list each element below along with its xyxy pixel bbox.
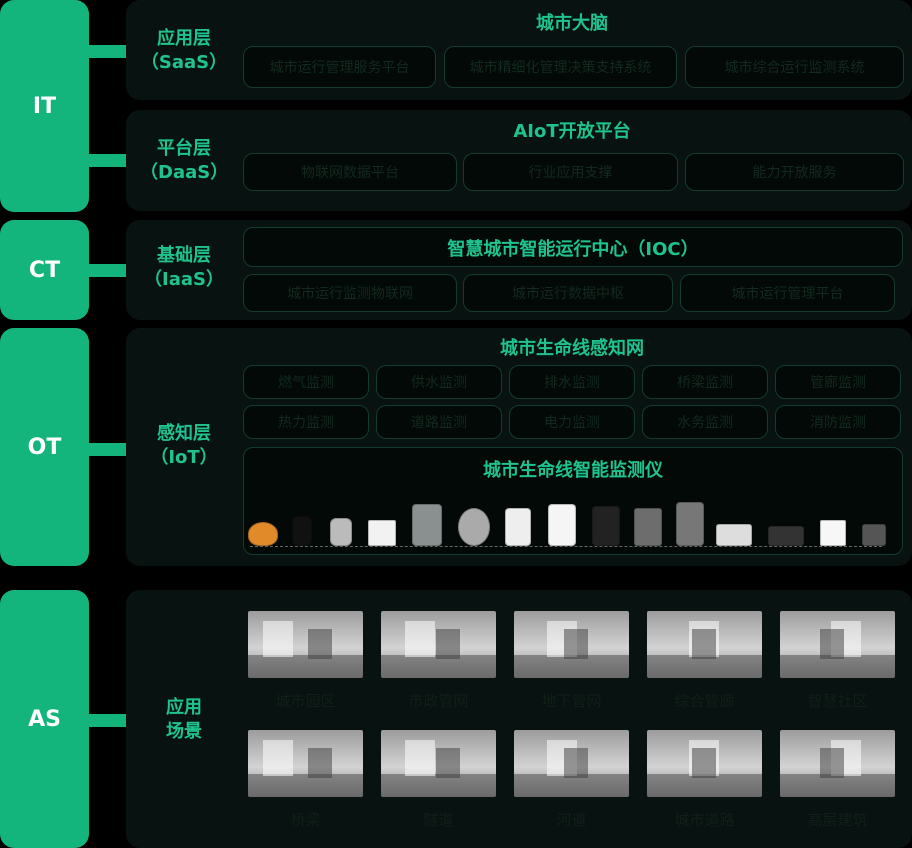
connector-saas (88, 45, 128, 58)
white-square-sensor-icon (368, 520, 396, 546)
scene-caption: 综合管廊 (674, 692, 735, 710)
iot-monitor-item: 电力监测 (509, 405, 635, 439)
scene-image (514, 730, 629, 797)
saas-item: 城市精细化管理决策支持系统 (444, 46, 677, 88)
scene-image (248, 730, 363, 797)
ct-label: CT (28, 257, 61, 283)
black-cylinder-sensor-icon (292, 516, 312, 546)
saas-item: 城市综合运行监测系统 (685, 46, 904, 88)
iot-title: 城市生命线感知网 (500, 338, 644, 359)
gray-box-sensor-icon (412, 504, 442, 546)
iot-monitor-item: 热力监测 (243, 405, 369, 439)
ot-block: OT (0, 328, 89, 566)
scene-caption: 河道 (556, 811, 587, 829)
metal-cylinder-sensor-icon (330, 518, 352, 546)
orange-dome-sensor-icon (248, 522, 278, 546)
scene-caption: 地下管网 (541, 692, 602, 710)
connector-iot (88, 443, 128, 456)
saas-item: 城市运行管理服务平台 (243, 46, 436, 88)
scenes-label: 应用 场景 (166, 697, 202, 742)
daas-label: 平台层 （DaaS） (140, 138, 229, 183)
connector-iaas (88, 264, 128, 277)
iot-sub-title: 城市生命线智能监测仪 (483, 460, 663, 481)
router-device-icon (716, 524, 752, 546)
iaas-item: 城市运行管理平台 (680, 274, 895, 312)
iaas-title: 智慧城市智能运行中心（IOC） (447, 239, 699, 260)
as-label: AS (28, 706, 61, 732)
scene-image (381, 611, 496, 678)
daas-item: 能力开放服务 (685, 153, 904, 191)
white-wall-sensor-icon (820, 520, 846, 546)
as-block: AS (0, 590, 89, 848)
scene-caption: 市政管网 (408, 692, 469, 710)
iot-monitor-item: 燃气监测 (243, 365, 369, 399)
connector-scenes (88, 714, 128, 727)
iaas-item: 城市运行监测物联网 (243, 274, 457, 312)
scene-caption: 高层建筑 (807, 811, 868, 829)
iaas-label: 基础层 （IaaS） (144, 245, 224, 290)
iot-monitor-item: 桥梁监测 (642, 365, 768, 399)
white-box-sensor-icon (505, 508, 531, 546)
ot-label: OT (27, 434, 62, 460)
iot-monitor-item: 水务监测 (642, 405, 768, 439)
scene-caption: 城市道路 (674, 811, 735, 829)
gateway-device-icon (768, 526, 804, 546)
it-block: IT (0, 0, 89, 212)
scene-image (381, 730, 496, 797)
iot-monitor-item: 消防监测 (775, 405, 901, 439)
saas-label: 应用层 （SaaS） (140, 28, 228, 73)
scene-caption: 隧道 (423, 811, 454, 829)
connector-daas (88, 154, 128, 167)
iot-monitor-item: 供水监测 (376, 365, 502, 399)
round-silver-sensor-icon (458, 508, 490, 546)
scene-image (780, 730, 895, 797)
iot-monitor-item: 管廊监测 (775, 365, 901, 399)
daas-title: AIoT开放平台 (513, 121, 631, 142)
dark-tall-sensor-icon (676, 502, 704, 546)
iaas-item: 城市运行数据中枢 (463, 274, 673, 312)
black-panel-sensor-icon (592, 506, 620, 546)
small-gray-sensor-icon (862, 524, 886, 546)
scene-image (647, 730, 762, 797)
scene-image (780, 611, 895, 678)
scene-image (248, 611, 363, 678)
scene-caption: 智慧社区 (807, 692, 868, 710)
iot-monitor-item: 排水监测 (509, 365, 635, 399)
iot-monitor-item: 道路监测 (376, 405, 502, 439)
daas-item: 物联网数据平台 (243, 153, 457, 191)
saas-title: 城市大脑 (536, 13, 608, 34)
gray-tall-sensor-icon (634, 508, 662, 546)
ct-block: CT (0, 220, 89, 320)
daas-item: 行业应用支撑 (463, 153, 678, 191)
it-label: IT (32, 93, 57, 119)
scene-caption: 桥梁 (290, 811, 321, 829)
scene-image (647, 611, 762, 678)
scene-caption: 城市园区 (275, 692, 336, 710)
white-tall-sensor-icon (548, 504, 576, 546)
scene-image (514, 611, 629, 678)
device-baseline (250, 546, 882, 547)
iot-label: 感知层 （IoT） (150, 423, 218, 468)
